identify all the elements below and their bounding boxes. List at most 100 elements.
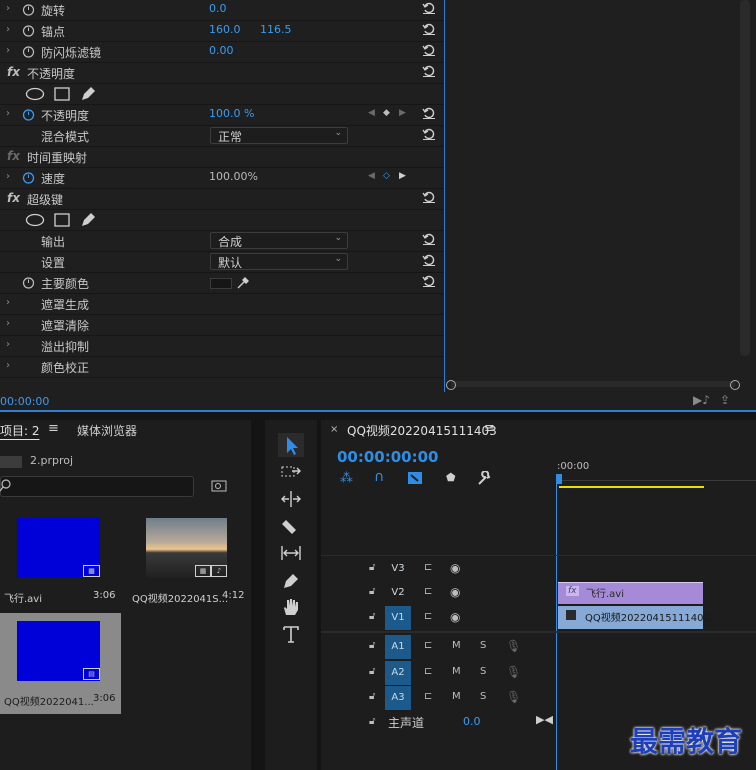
row-color-correction[interactable]: › 颜色校正 [0, 357, 444, 378]
stopwatch-active-icon[interactable] [22, 108, 35, 121]
stopwatch-icon[interactable] [22, 276, 35, 289]
stopwatch-icon[interactable] [22, 45, 35, 58]
antiflicker-value[interactable]: 0.00 [209, 44, 234, 57]
lock-icon[interactable]: 🔓︎ [369, 691, 375, 702]
scroll-handle-left[interactable] [446, 380, 456, 390]
mute-button[interactable]: M [452, 691, 461, 702]
track-label-a3[interactable]: A3 [385, 686, 411, 710]
eye-icon[interactable]: ◉ [450, 561, 460, 575]
track-label-a2[interactable]: A2 [385, 661, 411, 685]
tab-media-browser[interactable]: 媒体浏览器 [77, 422, 137, 439]
expand-chevron-icon[interactable]: › [6, 24, 10, 35]
track-label-v1[interactable]: V1 [385, 606, 411, 630]
reset-icon[interactable] [422, 274, 436, 288]
lock-icon[interactable]: 🔓︎ [369, 640, 375, 651]
opacity-section-label[interactable]: 不透明度 [27, 65, 75, 82]
clip-v2[interactable]: fx 飞行.avi [558, 582, 703, 604]
sync-lock-icon[interactable]: ⊏ [424, 640, 432, 651]
anchor-x-value[interactable]: 160.0 [209, 23, 241, 36]
effect-timecode[interactable]: 00:00:00 [0, 395, 49, 408]
add-keyframe-icon[interactable]: ◆ [383, 108, 390, 118]
expand-chevron-icon[interactable]: › [6, 318, 10, 329]
anchor-y-value[interactable]: 116.5 [260, 23, 292, 36]
output-dropdown[interactable]: 合成 ⌄ [210, 232, 348, 249]
reset-icon[interactable] [422, 190, 436, 204]
opacity-value[interactable]: 100.0 % [209, 107, 254, 120]
scroll-handle-right[interactable] [730, 380, 740, 390]
track-label-a1[interactable]: A1 [385, 635, 411, 659]
reset-icon[interactable] [422, 64, 436, 78]
microphone-icon[interactable]: 🎙︎ [506, 665, 521, 679]
ellipse-mask-icon[interactable] [25, 87, 45, 101]
lock-icon[interactable]: 🔓︎ [369, 586, 375, 597]
reset-icon[interactable] [422, 127, 436, 141]
lock-icon[interactable]: 🔓︎ [369, 611, 375, 622]
stopwatch-icon[interactable] [22, 3, 35, 16]
lock-icon[interactable]: 🔓︎ [369, 716, 375, 727]
next-keyframe-icon[interactable]: ▶ [399, 108, 406, 118]
razor-tool[interactable] [278, 514, 304, 538]
sync-lock-icon[interactable]: ⊏ [424, 611, 432, 622]
eyedropper-icon[interactable] [236, 276, 250, 290]
track-label-v2[interactable]: V2 [385, 582, 411, 604]
lock-icon[interactable]: 🔓︎ [369, 562, 375, 573]
ripple-edit-tool[interactable] [278, 487, 304, 511]
effect-hscrollbar[interactable] [451, 381, 735, 387]
stopwatch-active-icon[interactable] [22, 171, 35, 184]
prev-keyframe-icon[interactable]: ◀ [368, 108, 375, 118]
speed-value[interactable]: 100.00% [209, 170, 258, 183]
setting-dropdown[interactable]: 默认 ⌄ [210, 253, 348, 270]
mute-button[interactable]: M [452, 666, 461, 677]
marker-icon[interactable]: ⬟ [446, 471, 456, 484]
search-input[interactable] [0, 476, 194, 497]
eye-icon[interactable]: ◉ [450, 610, 460, 624]
solo-button[interactable]: S [480, 666, 486, 677]
fx-badge[interactable]: fx [7, 65, 20, 79]
reset-icon[interactable] [422, 1, 436, 15]
find-bin-icon[interactable] [211, 479, 227, 492]
fx-badge[interactable]: fx [7, 191, 20, 205]
tab-menu-icon[interactable]: ≡ [48, 421, 59, 436]
play-audio-icon[interactable]: ▶♪ [693, 393, 710, 407]
next-keyframe-icon[interactable]: ▶ [399, 171, 406, 181]
go-to-end-icon[interactable]: ▶◀ [536, 713, 553, 726]
eye-icon[interactable]: ◉ [450, 585, 460, 599]
time-remap-label[interactable]: 时间重映射 [27, 149, 87, 166]
microphone-icon[interactable]: 🎙︎ [506, 690, 521, 704]
reset-icon[interactable] [422, 232, 436, 246]
tab-project[interactable]: 项目: 2 [0, 422, 40, 439]
expand-chevron-icon[interactable]: › [6, 297, 10, 308]
effect-scrollbar[interactable] [740, 0, 750, 356]
color-swatch[interactable] [210, 278, 232, 289]
expand-chevron-icon[interactable]: › [6, 3, 10, 14]
row-spill[interactable]: › 溢出抑制 [0, 336, 444, 357]
lock-icon[interactable]: 🔓︎ [369, 666, 375, 677]
blend-mode-dropdown[interactable]: 正常 ⌄ [210, 127, 348, 144]
work-area-bar[interactable] [559, 486, 704, 488]
snap-magnet-icon[interactable]: ∩ [374, 469, 384, 485]
prev-keyframe-icon[interactable]: ◀ [368, 171, 375, 181]
expand-chevron-icon[interactable]: › [6, 339, 10, 350]
sync-lock-icon[interactable]: ⊏ [424, 666, 432, 677]
row-matte-cleanup[interactable]: › 遮罩清除 [0, 315, 444, 336]
expand-chevron-icon[interactable]: › [6, 45, 10, 56]
reset-icon[interactable] [422, 43, 436, 57]
clip-v1[interactable]: QQ视频20220415111403. [558, 606, 713, 629]
sync-lock-icon[interactable]: ⊏ [424, 691, 432, 702]
ellipse-mask-icon[interactable] [25, 213, 45, 227]
solo-button[interactable]: S [480, 691, 486, 702]
mute-button[interactable]: M [452, 640, 461, 651]
time-ruler[interactable] [556, 474, 756, 481]
timeline-timecode[interactable]: 00:00:00:00 [337, 448, 439, 466]
pen-mask-icon[interactable] [80, 85, 97, 102]
reset-icon[interactable] [422, 22, 436, 36]
stopwatch-icon[interactable] [22, 24, 35, 37]
rectangle-mask-icon[interactable] [54, 212, 70, 228]
add-keyframe-icon[interactable]: ◇ [383, 171, 390, 181]
selection-tool[interactable] [278, 433, 304, 457]
master-volume[interactable]: 0.0 [463, 715, 481, 728]
linked-selection-icon[interactable] [407, 471, 423, 485]
fx-badge[interactable]: fx [7, 149, 20, 163]
expand-chevron-icon[interactable]: › [6, 360, 10, 371]
solo-button[interactable]: S [480, 640, 486, 651]
